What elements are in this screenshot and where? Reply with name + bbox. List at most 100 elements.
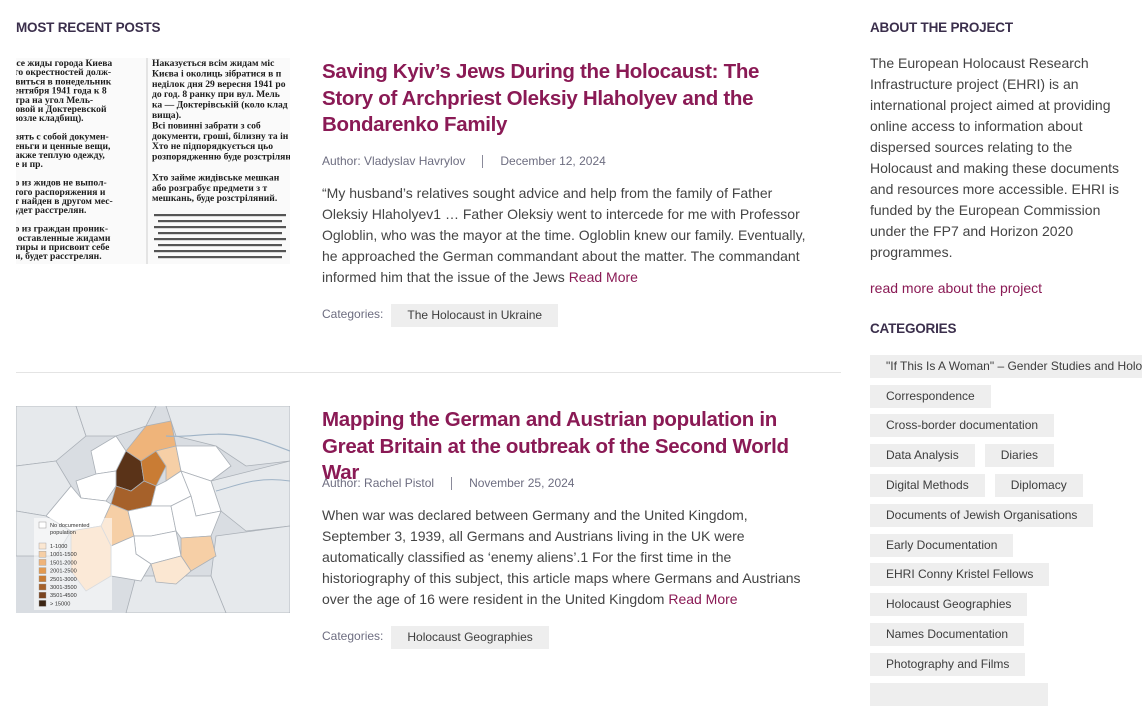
- post-thumbnail-map[interactable]: No documented population 1-1000 1001-1500 15…: [16, 406, 290, 613]
- category-tag-correspondence[interactable]: Correspondence: [870, 385, 991, 408]
- post-excerpt-text: “My husband’s relatives sought advice an…: [322, 185, 806, 285]
- legend-label: 3501-4500: [50, 593, 77, 599]
- post-categories: Categories: The Holocaust in Ukraine: [322, 304, 559, 327]
- category-tag-diplomacy[interactable]: Diplomacy: [994, 474, 1083, 497]
- decree-text-line: ди, будет расстрелян.: [16, 251, 102, 262]
- tag-row: Names Documentation: [870, 623, 1025, 646]
- decree-fine-print: [154, 250, 286, 253]
- category-tag-data-analysis[interactable]: Data Analysis: [870, 444, 975, 467]
- legend-label: 1501-2000: [50, 560, 77, 566]
- tag-row: Data Analysis Diaries: [870, 444, 1055, 467]
- post-excerpt: “My husband’s relatives sought advice an…: [322, 183, 808, 288]
- about-project-text: The European Holocaust Research Infrastr…: [870, 55, 1120, 260]
- legend-title: population: [50, 530, 76, 536]
- category-tag-partial[interactable]: [870, 683, 1048, 706]
- decree-text-line: або розграбує предмети з т: [152, 183, 267, 194]
- post-author: Author: Rachel Pistol: [322, 476, 435, 490]
- category-tag-diaries[interactable]: Diaries: [984, 444, 1055, 467]
- post-title-mapping[interactable]: Mapping the German and Austrian populati…: [322, 407, 812, 487]
- post-categories: Categories: Holocaust Geographies: [322, 626, 549, 649]
- decree-text-line: ье и пр.: [16, 159, 43, 170]
- post-meta: Author: Vladyslav Havrylov December 12, …: [322, 154, 606, 168]
- legend-label: > 15000: [50, 601, 70, 607]
- tag-row: Holocaust Geographies: [870, 593, 1028, 616]
- decree-fine-print: [158, 256, 282, 259]
- tag-row: Cross-border documentation: [870, 414, 1055, 437]
- category-tag-conny-kristel[interactable]: EHRI Conny Kristel Fellows: [870, 563, 1050, 586]
- decree-text-line: Києва і околиць зібратися в п: [152, 68, 282, 79]
- meta-separator: [482, 154, 484, 168]
- decree-fine-print: [154, 214, 286, 217]
- post-date: November 25, 2024: [469, 476, 575, 490]
- decree-text-line: документи, гроші, білизну та ін: [152, 131, 289, 142]
- post-excerpt: When war was declared between Germany an…: [322, 505, 808, 610]
- read-more-about-link[interactable]: read more about the project: [870, 280, 1042, 296]
- post-thumbnail-decree[interactable]: Все жиды города Киева его окрестностей до…: [16, 58, 290, 264]
- post-meta: Author: Rachel Pistol November 25, 2024: [322, 476, 574, 490]
- category-tag-jewish-organisations[interactable]: Documents of Jewish Organisations: [870, 504, 1094, 527]
- category-tag[interactable]: Holocaust Geographies: [391, 626, 549, 649]
- decree-text-line: вища).: [152, 110, 181, 121]
- legend-label: 2501-3000: [50, 577, 77, 583]
- legend-swatch: [38, 559, 47, 566]
- tag-row: [870, 683, 1048, 706]
- decree-text-line: Хто не підпорядкується цьо: [152, 141, 273, 152]
- tag-row: Early Documentation: [870, 534, 1014, 557]
- decree-fine-print: [154, 238, 286, 241]
- about-project-heading: ABOUT THE PROJECT: [870, 20, 1013, 35]
- decree-text-line: неділок дня 29 вересня 1941 ро: [152, 79, 286, 90]
- category-tag-photography-films[interactable]: Photography and Films: [870, 653, 1026, 676]
- tag-row: Correspondence: [870, 385, 991, 408]
- population-map-image: No documentedpopulation 1-1000 1001-1500 15…: [16, 406, 290, 613]
- decree-fine-print: [154, 226, 286, 229]
- legend-label: 1001-1500: [50, 552, 77, 558]
- decree-text-line: Всі повинні забрати з соб: [152, 120, 261, 131]
- post-divider: [16, 372, 841, 373]
- read-more-link[interactable]: Read More: [569, 269, 638, 285]
- legend-swatch: [38, 600, 47, 607]
- legend-swatch: [38, 575, 47, 583]
- legend-swatch: [38, 591, 47, 599]
- decree-fine-print: [158, 244, 282, 247]
- legend-swatch: [38, 583, 47, 591]
- meta-separator: [451, 476, 453, 490]
- tag-row: Digital Methods Diplomacy: [870, 474, 1083, 497]
- category-tag-digital-methods[interactable]: Digital Methods: [870, 474, 985, 497]
- recent-posts-heading: MOST RECENT POSTS: [16, 20, 161, 35]
- decree-text-line: (возле кладбищ).: [16, 113, 84, 124]
- categories-label: Categories:: [322, 628, 384, 643]
- tag-row: Photography and Films: [870, 653, 1026, 676]
- tag-row: Documents of Jewish Organisations: [870, 504, 1094, 527]
- categories-heading: CATEGORIES: [870, 321, 957, 336]
- categories-label: Categories:: [322, 306, 384, 321]
- legend-label: 3001-3500: [50, 585, 77, 591]
- post-date: December 12, 2024: [500, 154, 606, 168]
- decree-text-line: Хто займе жидівське мешкан: [152, 172, 280, 183]
- decree-fine-print: [158, 232, 282, 235]
- read-more-link[interactable]: Read More: [668, 591, 737, 607]
- legend-swatch: [38, 542, 47, 550]
- tag-row: "If This Is A Woman" – Gender Studies an…: [870, 355, 1142, 378]
- decree-text-line: розпорядженню буде розстріляний.: [152, 152, 290, 163]
- legend-swatch: [38, 550, 47, 558]
- legend-swatch: [38, 521, 47, 529]
- decree-text-line: будет расстрелян.: [16, 205, 86, 216]
- category-tag-names-documentation[interactable]: Names Documentation: [870, 623, 1025, 646]
- post-title-kyiv[interactable]: Saving Kyiv’s Jews During the Holocaust:…: [322, 59, 812, 139]
- category-tag-cross-border[interactable]: Cross-border documentation: [870, 414, 1055, 437]
- legend-label: 1-1000: [50, 544, 67, 550]
- decree-text-line: Наказується всім жидам міс: [152, 58, 275, 69]
- category-tag-gender-studies[interactable]: "If This Is A Woman" – Gender Studies an…: [870, 355, 1142, 378]
- post-author: Author: Vladyslav Havrylov: [322, 154, 466, 168]
- decree-text-line: до год. 8 ранку при вул. Мель: [152, 89, 280, 100]
- legend-swatch: [38, 567, 47, 574]
- legend-label: 2001-2500: [50, 569, 77, 575]
- decree-text-line: ка — Доктерівській (коло клад: [152, 100, 288, 111]
- decree-fine-print: [158, 220, 282, 223]
- decree-text-line: мешкань, буде розстріляний.: [152, 193, 277, 204]
- category-tag[interactable]: The Holocaust in Ukraine: [391, 304, 559, 327]
- tag-row: EHRI Conny Kristel Fellows: [870, 563, 1050, 586]
- category-tag-holocaust-geographies[interactable]: Holocaust Geographies: [870, 593, 1028, 616]
- category-tag-early-documentation[interactable]: Early Documentation: [870, 534, 1014, 557]
- decree-document-image: Все жиды города Киеваего окрестностей до…: [16, 58, 290, 264]
